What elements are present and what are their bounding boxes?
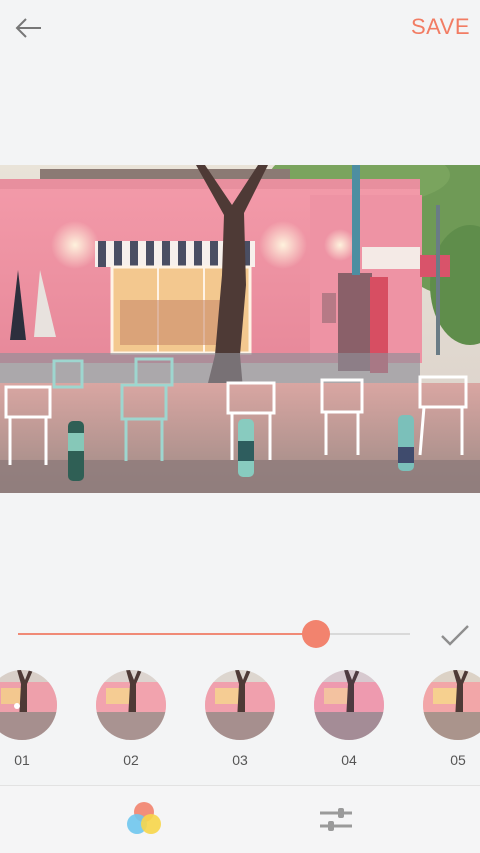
intensity-slider-thumb[interactable] — [301, 620, 330, 648]
filter-label: 03 — [232, 752, 248, 768]
filter-thumbnail — [423, 670, 480, 740]
back-button[interactable] — [10, 10, 46, 46]
save-button[interactable]: SAVE — [411, 14, 470, 40]
filter-thumbnail — [0, 670, 57, 740]
checkmark-icon — [441, 625, 469, 646]
tab-filters[interactable] — [120, 798, 168, 842]
filter-label: 05 — [450, 752, 466, 768]
intensity-slider-track[interactable] — [18, 633, 410, 635]
photo-preview — [0, 165, 480, 493]
filter-item-04[interactable]: 04 — [314, 670, 384, 768]
top-bar: SAVE — [0, 0, 480, 56]
filter-label: 01 — [14, 752, 30, 768]
adjust-sliders-icon — [320, 808, 352, 831]
filter-strip: 01 02 03 04 05 — [0, 670, 480, 775]
filter-item-01[interactable]: 01 — [0, 670, 57, 768]
tab-adjust[interactable] — [312, 798, 360, 842]
confirm-button[interactable] — [438, 618, 472, 652]
bottom-tab-bar — [0, 785, 480, 853]
intensity-slider-row — [0, 612, 480, 656]
filter-label: 02 — [123, 752, 139, 768]
filter-item-03[interactable]: 03 — [205, 670, 275, 768]
intensity-slider-fill — [18, 633, 316, 635]
filter-thumbnail — [96, 670, 166, 740]
filter-item-05[interactable]: 05 — [423, 670, 480, 768]
filter-thumbnail — [314, 670, 384, 740]
filter-item-02[interactable]: 02 — [96, 670, 166, 768]
filter-circles-icon — [127, 802, 161, 834]
arrow-left-icon — [15, 18, 41, 38]
filter-label: 04 — [341, 752, 357, 768]
photo-editor-screen: SAVE 01 02 03 04 05 — [0, 0, 480, 853]
filter-thumbnail — [205, 670, 275, 740]
